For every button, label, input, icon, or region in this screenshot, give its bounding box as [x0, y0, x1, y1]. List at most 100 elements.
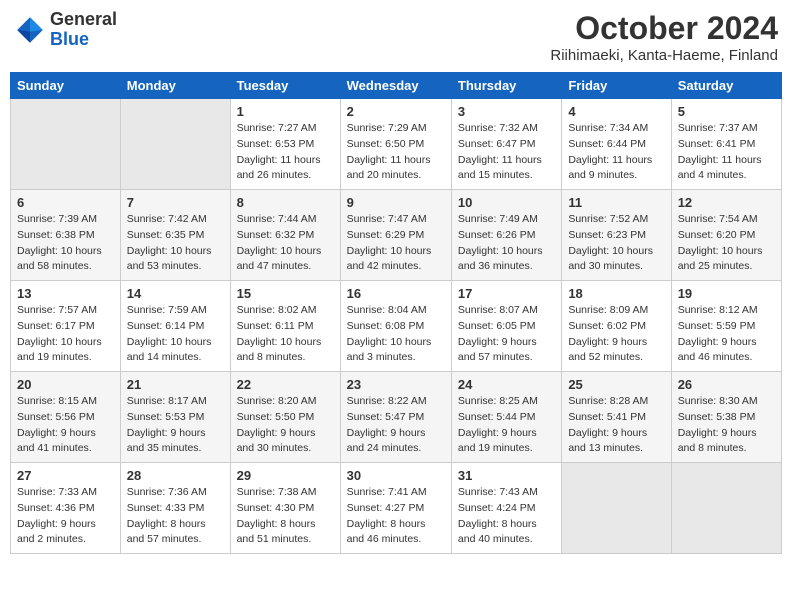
day-sunset: Sunset: 6:47 PM — [458, 138, 536, 150]
calendar-cell: 7 Sunrise: 7:42 AM Sunset: 6:35 PM Dayli… — [120, 190, 230, 281]
calendar-cell — [671, 463, 781, 554]
calendar-cell: 26 Sunrise: 8:30 AM Sunset: 5:38 PM Dayl… — [671, 372, 781, 463]
day-daylight: Daylight: 9 hours and 30 minutes. — [237, 427, 316, 455]
day-sunset: Sunset: 6:44 PM — [568, 138, 646, 150]
day-daylight: Daylight: 11 hours and 26 minutes. — [237, 154, 321, 182]
calendar-cell: 21 Sunrise: 8:17 AM Sunset: 5:53 PM Dayl… — [120, 372, 230, 463]
day-number: 30 — [347, 468, 445, 483]
day-daylight: Daylight: 9 hours and 13 minutes. — [568, 427, 647, 455]
calendar-cell: 15 Sunrise: 8:02 AM Sunset: 6:11 PM Dayl… — [230, 281, 340, 372]
day-daylight: Daylight: 9 hours and 24 minutes. — [347, 427, 426, 455]
day-sunset: Sunset: 4:24 PM — [458, 502, 536, 514]
day-daylight: Daylight: 10 hours and 47 minutes. — [237, 245, 322, 273]
day-number: 20 — [17, 377, 114, 392]
day-sunrise: Sunrise: 7:29 AM — [347, 122, 427, 134]
calendar-cell: 8 Sunrise: 7:44 AM Sunset: 6:32 PM Dayli… — [230, 190, 340, 281]
day-sunrise: Sunrise: 7:27 AM — [237, 122, 317, 134]
day-sunrise: Sunrise: 7:57 AM — [17, 304, 97, 316]
day-sunset: Sunset: 5:47 PM — [347, 411, 425, 423]
day-daylight: Daylight: 10 hours and 36 minutes. — [458, 245, 543, 273]
weekday-header-sunday: Sunday — [11, 73, 121, 99]
calendar-cell: 3 Sunrise: 7:32 AM Sunset: 6:47 PM Dayli… — [451, 99, 561, 190]
month-title: October 2024 — [550, 10, 778, 47]
day-sunrise: Sunrise: 7:33 AM — [17, 486, 97, 498]
calendar-cell: 19 Sunrise: 8:12 AM Sunset: 5:59 PM Dayl… — [671, 281, 781, 372]
day-daylight: Daylight: 8 hours and 46 minutes. — [347, 518, 426, 546]
day-sunrise: Sunrise: 7:54 AM — [678, 213, 758, 225]
day-sunrise: Sunrise: 7:47 AM — [347, 213, 427, 225]
calendar-cell: 10 Sunrise: 7:49 AM Sunset: 6:26 PM Dayl… — [451, 190, 561, 281]
day-number: 26 — [678, 377, 775, 392]
calendar-cell: 28 Sunrise: 7:36 AM Sunset: 4:33 PM Dayl… — [120, 463, 230, 554]
day-number: 10 — [458, 195, 555, 210]
day-sunrise: Sunrise: 7:32 AM — [458, 122, 538, 134]
day-daylight: Daylight: 10 hours and 58 minutes. — [17, 245, 102, 273]
calendar-cell: 2 Sunrise: 7:29 AM Sunset: 6:50 PM Dayli… — [340, 99, 451, 190]
day-daylight: Daylight: 9 hours and 8 minutes. — [678, 427, 757, 455]
calendar-cell: 24 Sunrise: 8:25 AM Sunset: 5:44 PM Dayl… — [451, 372, 561, 463]
day-number: 31 — [458, 468, 555, 483]
weekday-header-row: SundayMondayTuesdayWednesdayThursdayFrid… — [11, 73, 782, 99]
day-number: 3 — [458, 104, 555, 119]
day-daylight: Daylight: 10 hours and 19 minutes. — [17, 336, 102, 364]
day-sunset: Sunset: 6:35 PM — [127, 229, 205, 241]
calendar-cell: 27 Sunrise: 7:33 AM Sunset: 4:36 PM Dayl… — [11, 463, 121, 554]
calendar-cell: 31 Sunrise: 7:43 AM Sunset: 4:24 PM Dayl… — [451, 463, 561, 554]
day-daylight: Daylight: 11 hours and 15 minutes. — [458, 154, 542, 182]
title-block: October 2024 Riihimaeki, Kanta-Haeme, Fi… — [550, 10, 778, 64]
day-number: 8 — [237, 195, 334, 210]
logo-general-text: General — [50, 9, 117, 29]
day-daylight: Daylight: 8 hours and 57 minutes. — [127, 518, 206, 546]
day-number: 19 — [678, 286, 775, 301]
day-sunrise: Sunrise: 8:22 AM — [347, 395, 427, 407]
day-sunrise: Sunrise: 7:36 AM — [127, 486, 207, 498]
day-daylight: Daylight: 10 hours and 53 minutes. — [127, 245, 212, 273]
day-number: 18 — [568, 286, 664, 301]
day-daylight: Daylight: 9 hours and 41 minutes. — [17, 427, 96, 455]
day-daylight: Daylight: 10 hours and 42 minutes. — [347, 245, 432, 273]
calendar-week-row: 1 Sunrise: 7:27 AM Sunset: 6:53 PM Dayli… — [11, 99, 782, 190]
day-number: 25 — [568, 377, 664, 392]
day-number: 7 — [127, 195, 224, 210]
day-daylight: Daylight: 9 hours and 46 minutes. — [678, 336, 757, 364]
location-title: Riihimaeki, Kanta-Haeme, Finland — [550, 47, 778, 64]
day-number: 1 — [237, 104, 334, 119]
day-sunset: Sunset: 4:30 PM — [237, 502, 315, 514]
day-number: 15 — [237, 286, 334, 301]
day-daylight: Daylight: 10 hours and 14 minutes. — [127, 336, 212, 364]
logo-blue-text: Blue — [50, 29, 89, 49]
day-sunset: Sunset: 6:41 PM — [678, 138, 756, 150]
day-sunrise: Sunrise: 8:12 AM — [678, 304, 758, 316]
weekday-header-thursday: Thursday — [451, 73, 561, 99]
calendar-cell: 30 Sunrise: 7:41 AM Sunset: 4:27 PM Dayl… — [340, 463, 451, 554]
calendar-cell: 6 Sunrise: 7:39 AM Sunset: 6:38 PM Dayli… — [11, 190, 121, 281]
day-daylight: Daylight: 10 hours and 30 minutes. — [568, 245, 653, 273]
weekday-header-friday: Friday — [562, 73, 671, 99]
day-sunset: Sunset: 5:38 PM — [678, 411, 756, 423]
calendar-body: 1 Sunrise: 7:27 AM Sunset: 6:53 PM Dayli… — [11, 99, 782, 554]
day-sunset: Sunset: 6:38 PM — [17, 229, 95, 241]
calendar-cell: 14 Sunrise: 7:59 AM Sunset: 6:14 PM Dayl… — [120, 281, 230, 372]
calendar-cell: 18 Sunrise: 8:09 AM Sunset: 6:02 PM Dayl… — [562, 281, 671, 372]
day-sunrise: Sunrise: 8:02 AM — [237, 304, 317, 316]
calendar-cell: 25 Sunrise: 8:28 AM Sunset: 5:41 PM Dayl… — [562, 372, 671, 463]
day-sunrise: Sunrise: 8:04 AM — [347, 304, 427, 316]
calendar-cell: 13 Sunrise: 7:57 AM Sunset: 6:17 PM Dayl… — [11, 281, 121, 372]
day-number: 2 — [347, 104, 445, 119]
calendar-cell: 29 Sunrise: 7:38 AM Sunset: 4:30 PM Dayl… — [230, 463, 340, 554]
day-sunset: Sunset: 6:20 PM — [678, 229, 756, 241]
day-number: 17 — [458, 286, 555, 301]
day-sunset: Sunset: 4:27 PM — [347, 502, 425, 514]
calendar-week-row: 13 Sunrise: 7:57 AM Sunset: 6:17 PM Dayl… — [11, 281, 782, 372]
day-daylight: Daylight: 9 hours and 57 minutes. — [458, 336, 537, 364]
calendar-cell — [120, 99, 230, 190]
calendar-cell — [562, 463, 671, 554]
day-sunrise: Sunrise: 7:41 AM — [347, 486, 427, 498]
day-sunrise: Sunrise: 7:44 AM — [237, 213, 317, 225]
day-sunset: Sunset: 6:32 PM — [237, 229, 315, 241]
day-sunrise: Sunrise: 8:30 AM — [678, 395, 758, 407]
day-sunrise: Sunrise: 7:52 AM — [568, 213, 648, 225]
day-sunset: Sunset: 6:14 PM — [127, 320, 205, 332]
logo-text: General Blue — [50, 10, 117, 50]
day-sunrise: Sunrise: 7:59 AM — [127, 304, 207, 316]
